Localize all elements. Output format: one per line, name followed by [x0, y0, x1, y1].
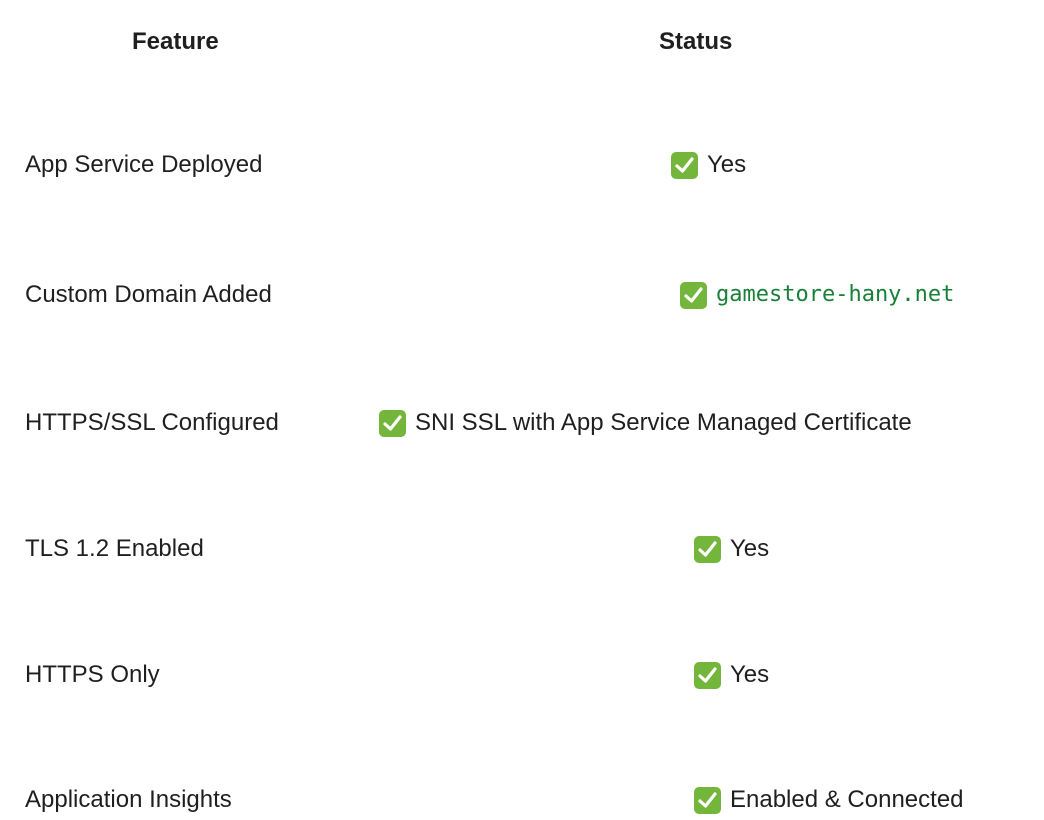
- status-cell: Yes: [694, 529, 769, 569]
- check-mark-icon: [680, 281, 707, 309]
- feature-cell: HTTPS/SSL Configured: [25, 409, 279, 436]
- table-row: TLS 1.2 Enabled Yes: [0, 529, 1044, 569]
- feature-cell: HTTPS Only: [25, 661, 160, 688]
- table-row: HTTPS Only Yes: [0, 655, 1044, 695]
- table-row: Custom Domain Added gamestore-hany.net: [0, 275, 1044, 315]
- status-cell: Yes: [671, 145, 746, 185]
- check-mark-icon: [379, 409, 406, 437]
- table-row: App Service Deployed Yes: [0, 145, 1044, 185]
- status-cell: Enabled & Connected: [694, 780, 964, 820]
- feature-cell: TLS 1.2 Enabled: [25, 535, 204, 562]
- status-text: Yes: [707, 151, 747, 178]
- domain-code-text: gamestore-hany.net: [716, 282, 955, 307]
- header-feature: Feature: [132, 28, 219, 55]
- status-cell: gamestore-hany.net: [680, 275, 954, 315]
- status-cell: SNI SSL with App Service Managed Certifi…: [379, 403, 912, 443]
- table-row: Application Insights Enabled & Connected: [0, 780, 1044, 820]
- feature-cell: Custom Domain Added: [25, 281, 272, 308]
- header-status: Status: [659, 28, 733, 55]
- status-table: Feature Status App Service Deployed Yes …: [0, 0, 1044, 817]
- check-mark-icon: [694, 535, 721, 563]
- check-mark-icon: [694, 786, 721, 814]
- table-row: HTTPS/SSL Configured SNI SSL with App Se…: [0, 403, 1044, 443]
- feature-cell: App Service Deployed: [25, 151, 263, 178]
- check-mark-icon: [694, 661, 721, 689]
- status-cell: Yes: [694, 655, 769, 695]
- status-text: SNI SSL with App Service Managed Certifi…: [415, 409, 912, 436]
- status-text: Yes: [730, 661, 770, 688]
- check-mark-icon: [671, 151, 698, 179]
- status-text: Enabled & Connected: [730, 786, 964, 813]
- feature-cell: Application Insights: [25, 786, 232, 813]
- status-text: Yes: [730, 535, 770, 562]
